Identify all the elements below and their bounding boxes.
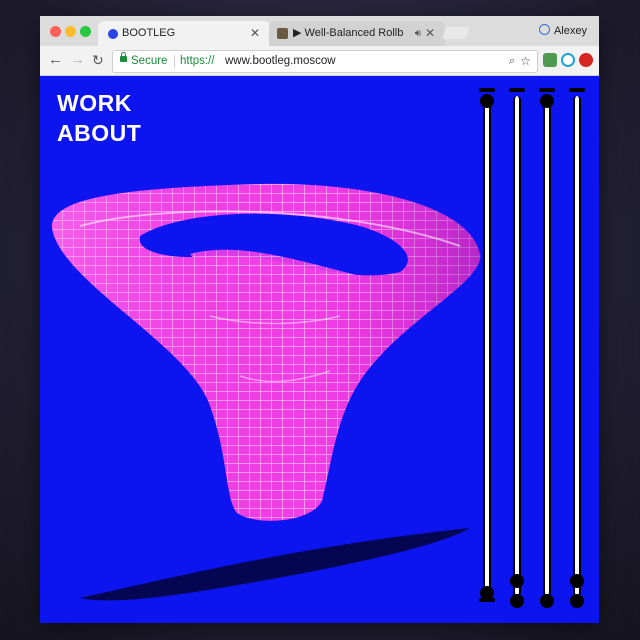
- divider: [174, 55, 175, 68]
- vertical-slider[interactable]: [569, 88, 585, 608]
- maximize-window-button[interactable]: [80, 26, 91, 37]
- close-window-button[interactable]: [50, 26, 61, 37]
- user-profile-button[interactable]: Alexey: [538, 24, 587, 37]
- url-scheme: https://: [180, 55, 215, 67]
- tab-youtube[interactable]: ▶ Well-Balanced Rollback | 🔊︎ ✕: [269, 21, 445, 46]
- close-icon[interactable]: ✕: [425, 21, 435, 46]
- search-icon[interactable]: ⌕: [509, 51, 515, 72]
- slider-handle[interactable]: [540, 594, 554, 608]
- star-icon[interactable]: ☆: [520, 51, 531, 72]
- url-host: www.bootleg.moscow: [225, 55, 336, 67]
- tab-strip: BOOTLEG ✕ ▶ Well-Balanced Rollback | 🔊︎ …: [40, 16, 599, 46]
- slider-handle[interactable]: [510, 594, 524, 608]
- reload-icon[interactable]: ↻: [92, 52, 104, 69]
- user-icon: [538, 24, 550, 35]
- user-name: Alexey: [553, 25, 587, 37]
- shadow: [80, 528, 470, 601]
- address-bar[interactable]: Secure https:// www.bootleg.moscow ⌕ ☆: [112, 50, 538, 73]
- vertical-slider[interactable]: [539, 88, 555, 608]
- slider-handle[interactable]: [570, 574, 584, 588]
- slider-handle[interactable]: [570, 594, 584, 608]
- extension-icon[interactable]: [561, 53, 575, 67]
- slider-handle[interactable]: [480, 94, 494, 108]
- nav-work-link[interactable]: WORK: [57, 90, 132, 117]
- slider-handle[interactable]: [510, 574, 524, 588]
- minimize-window-button[interactable]: [65, 26, 76, 37]
- tab-bootleg[interactable]: BOOTLEG ✕: [98, 21, 270, 46]
- speaker-icon[interactable]: 🔊︎: [415, 21, 421, 46]
- extension-icon[interactable]: [543, 53, 557, 67]
- slider-handle[interactable]: [540, 94, 554, 108]
- video-thumbnail-icon: [277, 28, 288, 39]
- back-arrow-icon[interactable]: ←: [48, 51, 63, 68]
- new-tab-button[interactable]: [441, 27, 471, 39]
- tab-title: BOOTLEG: [122, 27, 176, 39]
- vertical-slider[interactable]: [479, 88, 495, 608]
- lock-icon: [120, 52, 127, 62]
- secure-label: Secure: [131, 55, 168, 67]
- nav-about-link[interactable]: ABOUT: [57, 120, 141, 147]
- close-icon[interactable]: ✕: [250, 21, 260, 46]
- bootleg-favicon-icon: [108, 29, 118, 39]
- extension-icon[interactable]: [579, 53, 593, 67]
- tab-title: ▶ Well-Balanced Rollback |: [293, 27, 403, 39]
- forward-arrow-icon[interactable]: →: [70, 51, 85, 68]
- vertical-slider[interactable]: [509, 88, 525, 608]
- browser-toolbar: ← → ↻ Secure https:// www.bootleg.moscow…: [40, 46, 599, 76]
- browser-window: BOOTLEG ✕ ▶ Well-Balanced Rollback | 🔊︎ …: [40, 16, 599, 623]
- page-viewport: WORK ABOUT: [40, 76, 599, 623]
